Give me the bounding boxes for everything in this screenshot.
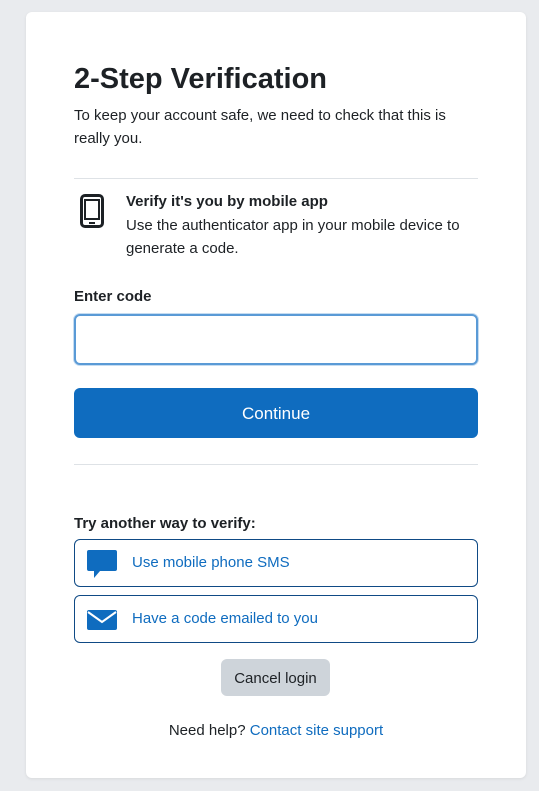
method-title: Verify it's you by mobile app — [126, 193, 328, 210]
email-option-button[interactable]: Have a code emailed to you — [74, 595, 478, 643]
alternatives-title: Try another way to verify: — [74, 515, 256, 532]
sms-chat-icon — [87, 550, 117, 578]
envelope-icon — [87, 610, 117, 630]
contact-support-link[interactable]: Contact site support — [250, 722, 383, 739]
sms-option-button[interactable]: Use mobile phone SMS — [74, 539, 478, 587]
help-text: Need help? Contact site support — [74, 720, 478, 742]
verification-card: 2-Step Verification To keep your account… — [26, 12, 526, 778]
cancel-login-button[interactable]: Cancel login — [221, 659, 330, 696]
help-prefix: Need help? — [168, 722, 246, 739]
email-option-label: Have a code emailed to you — [132, 610, 318, 627]
page-title: 2-Step Verification — [74, 63, 328, 95]
mobile-phone-icon — [80, 194, 104, 228]
verification-method: Verify it's you by mobile app Use the au… — [74, 191, 478, 271]
code-label: Enter code — [74, 288, 152, 305]
bottom-divider — [74, 464, 478, 465]
method-description: Use the authenticator app in your mobile… — [126, 217, 460, 257]
sms-option-label: Use mobile phone SMS — [132, 554, 290, 571]
page-subtitle: To keep your account safe, we need to ch… — [74, 107, 446, 147]
top-divider — [74, 178, 478, 179]
code-input[interactable] — [74, 314, 478, 365]
continue-button[interactable]: Continue — [74, 388, 478, 438]
